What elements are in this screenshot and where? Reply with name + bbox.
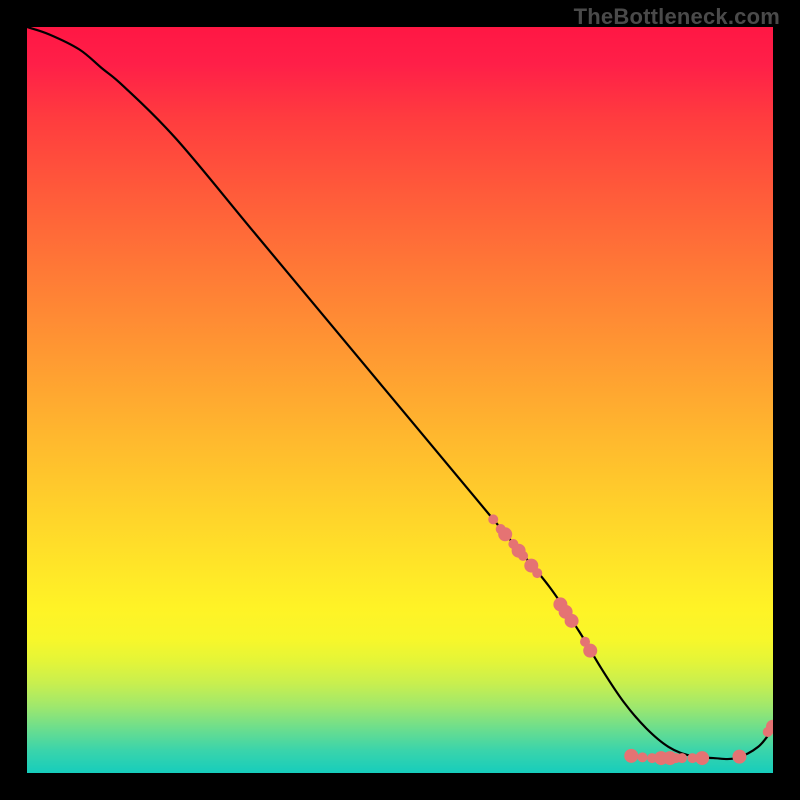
curve-path xyxy=(27,27,773,759)
data-point xyxy=(498,527,512,541)
data-point xyxy=(488,514,498,524)
data-point xyxy=(532,568,542,578)
data-point xyxy=(624,749,638,763)
data-point xyxy=(565,614,579,628)
data-point xyxy=(637,752,647,762)
data-point xyxy=(732,750,746,764)
data-point xyxy=(677,753,687,763)
chart-plot-area xyxy=(27,27,773,773)
bottleneck-curve xyxy=(27,27,773,759)
data-point xyxy=(583,644,597,658)
watermark-text: TheBottleneck.com xyxy=(574,4,780,30)
data-point xyxy=(518,551,528,561)
data-markers xyxy=(488,514,773,765)
chart-svg xyxy=(27,27,773,773)
data-point xyxy=(695,751,709,765)
